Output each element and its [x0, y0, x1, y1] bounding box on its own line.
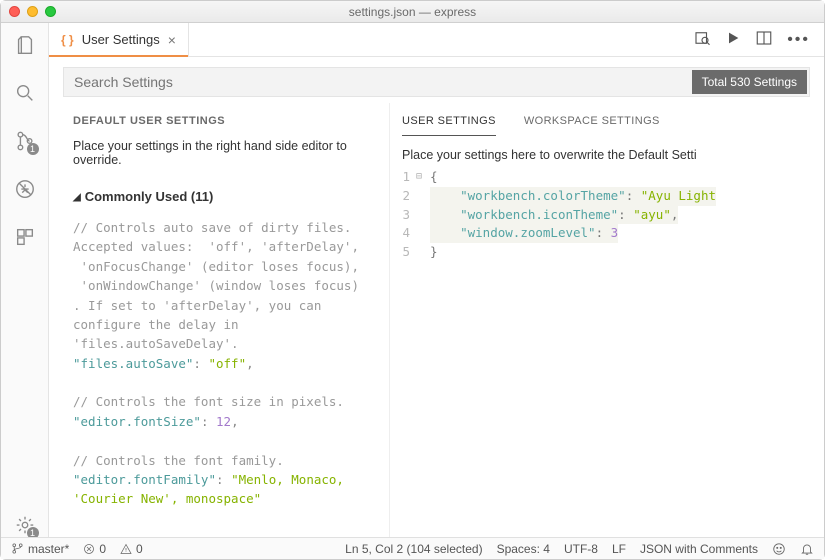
split-editor-icon[interactable] [755, 29, 773, 50]
window-titlebar: settings.json — express [1, 1, 824, 23]
default-settings-sub: Place your settings in the right hand si… [73, 139, 379, 167]
problems-warnings[interactable]: 0 [120, 542, 143, 556]
eol[interactable]: LF [612, 542, 626, 556]
search-input[interactable] [64, 74, 690, 90]
source-control-icon[interactable]: 1 [13, 129, 37, 153]
braces-icon: { } [61, 33, 74, 47]
window-title: settings.json — express [1, 5, 824, 19]
more-actions-icon[interactable]: ••• [787, 31, 810, 49]
total-settings-badge: Total 530 Settings [692, 70, 807, 94]
language-mode[interactable]: JSON with Comments [640, 542, 758, 556]
extensions-icon[interactable] [13, 225, 37, 249]
commonly-used-section[interactable]: ◢Commonly Used (11) [73, 189, 379, 204]
explorer-icon[interactable] [13, 33, 37, 57]
tab-label: User Settings [82, 32, 160, 47]
tab-user-settings[interactable]: { } User Settings × [49, 23, 189, 56]
run-icon[interactable] [725, 30, 741, 49]
settings-gear-icon[interactable]: 1 [13, 513, 37, 537]
encoding[interactable]: UTF-8 [564, 542, 598, 556]
notifications-icon[interactable] [800, 542, 814, 556]
indentation[interactable]: Spaces: 4 [497, 542, 550, 556]
default-settings-heading: DEFAULT USER SETTINGS [73, 115, 379, 127]
close-icon[interactable]: × [168, 32, 176, 48]
tab-user-settings-scope[interactable]: USER SETTINGS [402, 115, 496, 136]
cursor-position[interactable]: Ln 5, Col 2 (104 selected) [345, 542, 482, 556]
git-branch[interactable]: master* [11, 542, 69, 556]
user-settings-sub: Place your settings here to overwrite th… [390, 136, 824, 168]
editor-tabs: { } User Settings × ••• [49, 23, 824, 57]
search-icon[interactable] [13, 81, 37, 105]
scm-badge: 1 [27, 143, 39, 155]
default-settings-code: // Controls auto save of dirty files. Ac… [73, 218, 379, 509]
status-bar: master* 0 0 Ln 5, Col 2 (104 selected) S… [1, 537, 824, 559]
debug-icon[interactable] [13, 177, 37, 201]
open-file-icon[interactable] [693, 29, 711, 50]
problems-errors[interactable]: 0 [83, 542, 106, 556]
tab-workspace-settings-scope[interactable]: WORKSPACE SETTINGS [524, 115, 660, 136]
settings-editor[interactable]: 1 2 3 4 5 ⊟ { "workbench.colorTheme": "A… [390, 168, 824, 262]
settings-search: Total 530 Settings [63, 67, 810, 97]
default-settings-pane: DEFAULT USER SETTINGS Place your setting… [49, 103, 389, 537]
feedback-icon[interactable] [772, 542, 786, 556]
user-settings-pane: USER SETTINGS WORKSPACE SETTINGS Place y… [389, 103, 824, 537]
activity-bar: 1 1 [1, 23, 49, 537]
